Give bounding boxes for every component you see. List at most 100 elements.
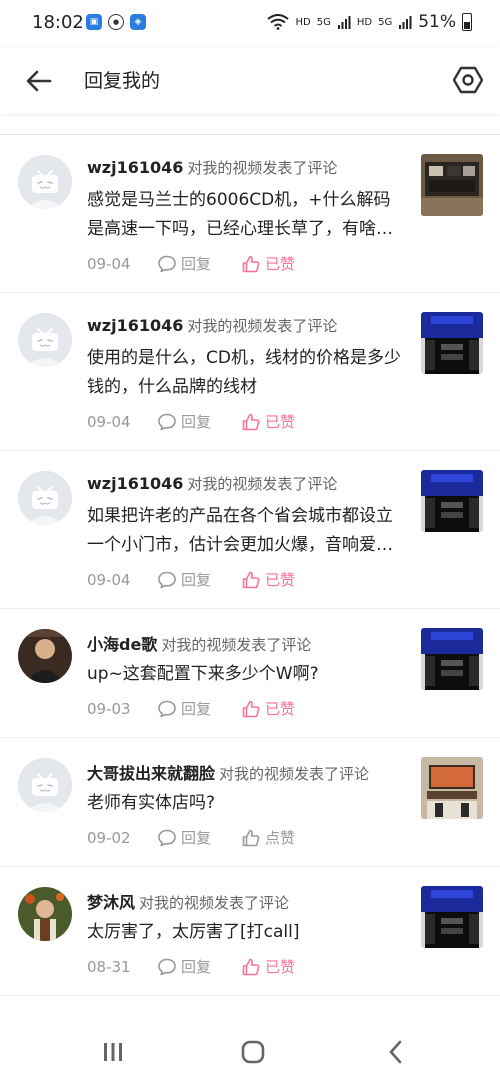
avatar[interactable] [18, 471, 72, 525]
comment-meta: 09-02 回复 点赞 [87, 827, 295, 848]
video-thumbnail[interactable] [421, 154, 483, 216]
reply-button[interactable]: 回复 [157, 569, 241, 590]
comment-meta: 09-03 回复 已赞 [87, 698, 295, 719]
comment-text[interactable]: 如果把许老的产品在各个省会城市都设立一个小门市，估计会更加火爆，音响爱好者会很多… [87, 502, 407, 560]
comment-action-text: 对我的视频发表了评论 [139, 894, 290, 912]
like-label: 已赞 [265, 413, 296, 431]
like-label: 点赞 [265, 829, 296, 847]
comment-header: 梦沐风 对我的视频发表了评论 [87, 889, 289, 913]
comment-list: wzj161046 对我的视频发表了评论 感觉是马兰士的6006CD机，+什么解码是… [0, 134, 500, 996]
comment-item[interactable]: wzj161046 对我的视频发表了评论如果把许老的产品在各个省会城市都设立一个小… [0, 451, 500, 609]
thumbs-up-icon [242, 413, 260, 430]
comment-action-text: 对我的视频发表了评论 [161, 636, 312, 654]
reply-bubble-icon [158, 958, 176, 975]
username[interactable]: 梦沐风 [87, 893, 135, 912]
username[interactable]: 小海de歌 [87, 635, 157, 654]
signal-2-icon [399, 16, 412, 29]
comment-item[interactable]: 梦沐风 对我的视频发表了评论太厉害了，太厉害了[打call] 08-31 回复 已赞 [0, 867, 500, 996]
like-button[interactable]: 点赞 [241, 827, 295, 848]
like-label: 已赞 [265, 700, 296, 718]
comment-date: 09-02 [87, 828, 131, 847]
battery-icon [462, 13, 472, 31]
reply-button[interactable]: 回复 [157, 411, 241, 432]
signal-1-icon [337, 16, 351, 29]
like-button[interactable]: 已赞 [241, 956, 295, 977]
reply-button[interactable]: 回复 [157, 956, 241, 977]
comment-header: wzj161046 对我的视频发表了评论 [87, 157, 337, 178]
app-notification-icon: ▣ [86, 14, 102, 30]
video-thumbnail[interactable] [421, 628, 483, 690]
comment-text[interactable]: 老师有实体店吗? [87, 789, 407, 818]
like-label: 已赞 [265, 958, 296, 976]
page-title: 回复我的 [84, 70, 161, 92]
thumbs-up-icon [242, 829, 260, 846]
reply-button[interactable]: 回复 [157, 253, 241, 274]
avatar[interactable] [18, 758, 72, 812]
comment-meta: 09-04 回复 已赞 [87, 569, 295, 590]
reply-label: 回复 [181, 413, 212, 431]
comment-text[interactable]: 太厉害了，太厉害了[打call] [87, 918, 407, 947]
reply-bubble-icon [158, 829, 176, 846]
thumbs-up-icon [242, 958, 260, 975]
back-arrow-icon[interactable] [22, 64, 56, 98]
like-button[interactable]: 已赞 [241, 569, 295, 590]
status-time: 18:02 [32, 12, 84, 33]
comment-header: wzj161046 对我的视频发表了评论 [87, 473, 337, 494]
avatar[interactable] [18, 155, 72, 209]
network-label-2: HD [356, 16, 373, 28]
username[interactable]: wzj161046 [87, 474, 183, 493]
thumbs-up-icon [242, 571, 260, 588]
reply-bubble-icon [158, 571, 176, 588]
username[interactable]: 大哥拔出来就翻脸 [87, 764, 215, 783]
comment-item[interactable]: wzj161046 对我的视频发表了评论感觉是马兰士的6006CD机，+什么解码是… [0, 135, 500, 293]
app-bar: 回复我的 [0, 48, 500, 114]
username[interactable]: wzj161046 [87, 158, 183, 177]
comment-text[interactable]: 使用的是什么，CD机，线材的价格是多少钱的，什么品牌的线材 [87, 344, 407, 402]
comment-header: wzj161046 对我的视频发表了评论 [87, 315, 337, 336]
reply-label: 回复 [181, 571, 212, 589]
idm-notification-icon: ● [108, 14, 124, 30]
avatar[interactable] [18, 887, 72, 941]
reply-button[interactable]: 回复 [157, 827, 241, 848]
video-thumbnail[interactable] [421, 886, 483, 948]
comment-action-text: 对我的视频发表了评论 [187, 159, 338, 177]
reply-label: 回复 [181, 700, 212, 718]
comment-date: 09-03 [87, 699, 131, 718]
comment-action-text: 对我的视频发表了评论 [219, 765, 370, 783]
status-bar: 18:02 ▣ ● ◈ HD 5G HD 5G 51% [0, 0, 500, 48]
reply-label: 回复 [181, 255, 212, 273]
signal-1-label: 5G [316, 16, 331, 28]
like-button[interactable]: 已赞 [241, 253, 295, 274]
reply-button[interactable]: 回复 [157, 698, 241, 719]
shield-notification-icon: ◈ [130, 14, 146, 30]
comment-item[interactable]: 小海de歌 对我的视频发表了评论 up~这套配置下来多少个W啊? 09-03 回复 已赞 [0, 609, 500, 738]
home-icon[interactable] [240, 1039, 266, 1065]
reply-label: 回复 [181, 958, 212, 976]
like-button[interactable]: 已赞 [241, 698, 295, 719]
comment-header: 小海de歌 对我的视频发表了评论 [87, 631, 311, 655]
comment-item[interactable]: 大哥拔出来就翻脸 对我的视频发表了评论老师有实体店吗? 09-02 回复 点赞 [0, 738, 500, 867]
reply-label: 回复 [181, 829, 212, 847]
notification-icons: ▣ ● ◈ [86, 14, 146, 30]
comment-date: 09-04 [87, 254, 131, 273]
username[interactable]: wzj161046 [87, 316, 183, 335]
status-right: HD 5G HD 5G 51% [267, 12, 472, 32]
reply-bubble-icon [158, 700, 176, 717]
comment-text[interactable]: up~这套配置下来多少个W啊? [87, 660, 407, 689]
recents-icon[interactable] [100, 1039, 126, 1065]
wifi-icon [267, 14, 290, 30]
comment-text[interactable]: 感觉是马兰士的6006CD机，+什么解码是高速一下吗，已经心理长草了，有啥推荐的… [87, 186, 407, 244]
comment-meta: 09-04 回复 已赞 [87, 411, 295, 432]
video-thumbnail[interactable] [421, 470, 483, 532]
comment-date: 08-31 [87, 957, 131, 976]
comment-item[interactable]: wzj161046 对我的视频发表了评论使用的是什么，CD机，线材的价格是多少钱的… [0, 293, 500, 451]
video-thumbnail[interactable] [421, 312, 483, 374]
settings-hexagon-icon[interactable] [450, 62, 486, 98]
like-button[interactable]: 已赞 [241, 411, 295, 432]
nav-back-icon[interactable] [383, 1039, 409, 1065]
avatar[interactable] [18, 629, 72, 683]
system-nav-bar [0, 1020, 500, 1083]
comment-action-text: 对我的视频发表了评论 [187, 475, 338, 493]
avatar[interactable] [18, 313, 72, 367]
video-thumbnail[interactable] [421, 757, 483, 819]
